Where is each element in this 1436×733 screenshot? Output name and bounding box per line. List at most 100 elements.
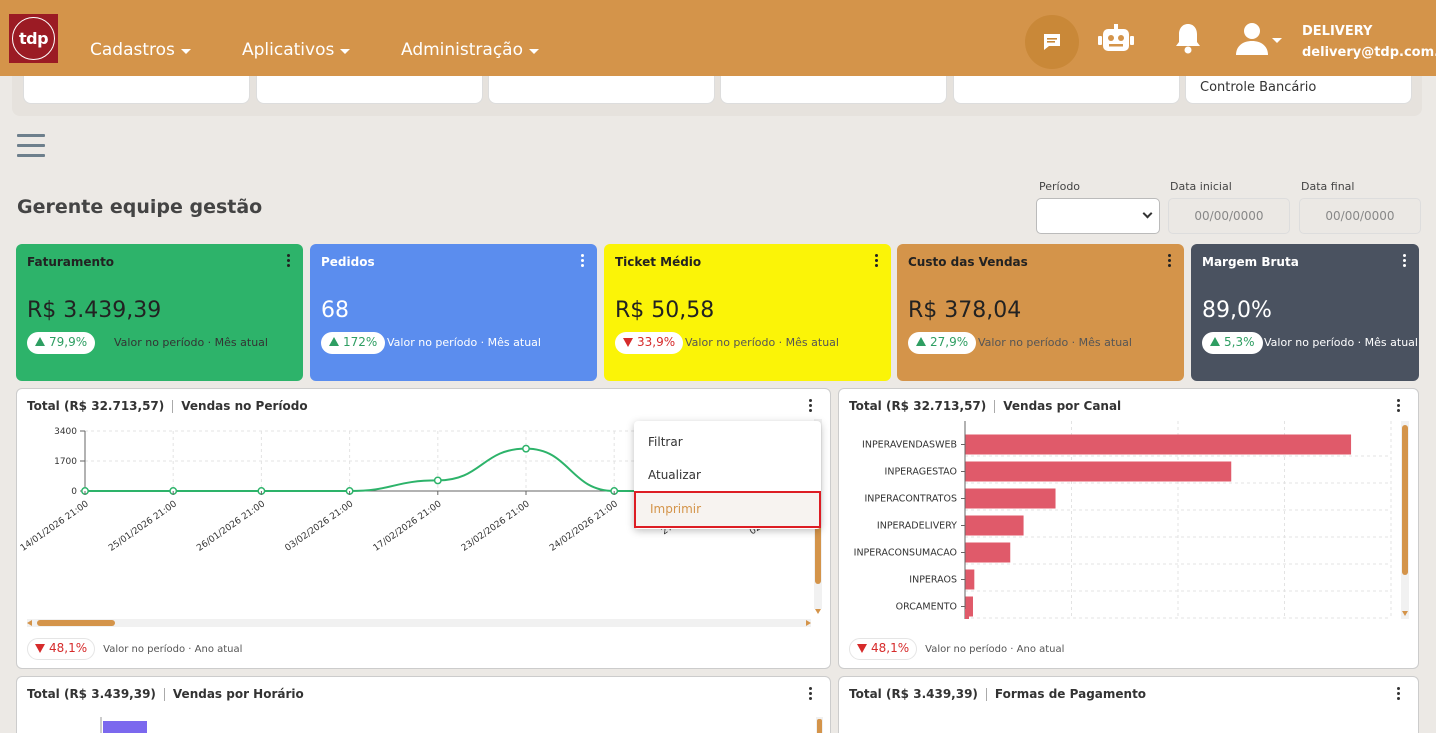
panel-total: Total (R$ 32.713,57) <box>27 399 165 413</box>
caret-down-icon <box>180 48 191 54</box>
menu-cadastros[interactable]: Cadastros <box>90 40 191 60</box>
kebab-menu-icon[interactable] <box>809 687 813 702</box>
kpi-title: Faturamento <box>27 255 115 269</box>
bar <box>965 515 1024 536</box>
panel-formas-pagamento: Total (R$ 3.439,39) Formas de Pagamento <box>838 676 1419 733</box>
bar-chart: INPERAVENDASWEB INPERAGESTAO INPERACONTRAT… <box>854 421 1409 619</box>
shortcut-card[interactable] <box>23 76 250 104</box>
bar <box>965 488 1056 509</box>
hour-bar <box>103 721 147 733</box>
robot-button[interactable] <box>1097 22 1135 58</box>
kebab-menu-icon[interactable] <box>1397 399 1401 414</box>
change-value: 48,1% <box>49 641 88 655</box>
h-scrollbar-thumb <box>37 620 115 626</box>
arrow-down-icon <box>35 644 45 653</box>
kpi-title: Margem Bruta <box>1202 255 1299 269</box>
kebab-menu-icon[interactable] <box>1168 254 1172 269</box>
arrow-down-icon <box>857 644 867 653</box>
h-scrollbar-track <box>27 619 811 627</box>
menu-label: Administração <box>401 40 523 60</box>
panel-title: Vendas no Período <box>181 399 308 413</box>
hour-bar-chart <box>100 717 823 733</box>
menu-aplicativos[interactable]: Aplicativos <box>242 40 351 60</box>
chat-icon <box>1044 34 1060 50</box>
kpi-change-badge: 172% <box>321 332 386 354</box>
panel-title: Vendas por Horário <box>172 687 304 701</box>
hamburger-menu-icon[interactable] <box>17 134 45 164</box>
kpi-sub: Valor no período · Mês atual <box>114 336 268 349</box>
data-final-label: Data final <box>1301 180 1355 193</box>
kpi-title: Pedidos <box>321 255 375 269</box>
notifications-button[interactable] <box>1174 22 1202 58</box>
category-label: INPERAVENDASWEB <box>862 440 957 451</box>
shortcut-card[interactable] <box>256 76 483 104</box>
shortcut-label: Controle Bancário <box>1200 80 1317 95</box>
shortcut-card[interactable] <box>488 76 715 104</box>
kpi-title: Ticket Médio <box>615 255 702 269</box>
arrow-down-icon <box>623 338 633 347</box>
panel-total: Total (R$ 3.439,39) <box>27 687 156 701</box>
arrow-up-icon <box>35 337 45 346</box>
menu-item-atualizar[interactable]: Atualizar <box>648 468 701 482</box>
kebab-menu-icon[interactable] <box>581 254 585 269</box>
kpi-value: R$ 3.439,39 <box>27 298 162 323</box>
kpi-value: 68 <box>321 298 349 323</box>
scroll-down-icon <box>815 609 821 614</box>
data-final-input[interactable]: 00/00/0000 <box>1299 198 1421 234</box>
bell-icon <box>1176 24 1200 54</box>
kpi-sub: Valor no período · Mês atual <box>978 336 1132 349</box>
kebab-menu-icon[interactable] <box>1397 687 1401 702</box>
logo-text: tdp <box>12 17 55 60</box>
menu-administracao[interactable]: Administração <box>401 40 539 60</box>
page-title: Gerente equipe gestão <box>17 196 263 218</box>
y-tick-label: 1700 <box>54 457 77 467</box>
bar <box>965 569 975 590</box>
user-icon <box>1236 23 1282 55</box>
kebab-menu-icon[interactable] <box>809 399 813 414</box>
menu-item-imprimir[interactable]: Imprimir <box>634 491 821 528</box>
kpi-change: 79,9% <box>49 335 88 349</box>
periodo-select[interactable] <box>1036 198 1160 234</box>
panel-total: Total (R$ 3.439,39) <box>849 687 978 701</box>
menu-item-filtrar[interactable]: Filtrar <box>648 435 683 449</box>
chevron-down-icon <box>1142 208 1153 219</box>
panel-header: Total (R$ 3.439,39) Formas de Pagamento <box>849 687 1146 701</box>
chart-options-dropdown: Filtrar Atualizar Imprimir <box>634 421 821 529</box>
shortcut-card[interactable] <box>720 76 947 104</box>
caret-down-icon <box>529 48 539 54</box>
kebab-menu-icon[interactable] <box>1403 254 1407 269</box>
user-name: DELIVERY <box>1302 24 1373 39</box>
category-label: INPERADELIVERY <box>877 521 957 532</box>
kpi-value: R$ 378,04 <box>908 298 1022 323</box>
x-tick-label: 24/02/2026 21:00 <box>548 499 620 554</box>
panel-title: Vendas por Canal <box>1003 399 1122 413</box>
category-label: INPERACONTRATOS <box>865 494 958 505</box>
kpi-change: 27,9% <box>930 335 969 349</box>
data-point <box>433 476 442 485</box>
bar <box>965 434 1352 455</box>
user-menu-button[interactable] <box>1236 22 1282 60</box>
kpi-custo-vendas: Custo das Vendas R$ 378,04 27,9% Valor n… <box>897 244 1184 381</box>
y-tick-label: 0 <box>71 487 77 497</box>
kpi-change: 5,3% <box>1224 335 1255 349</box>
chat-button[interactable] <box>1025 15 1079 69</box>
footer-sub: Valor no período · Ano atual <box>925 643 1065 655</box>
panel-header: Total (R$ 32.713,57) Vendas no Período <box>27 399 308 413</box>
kebab-menu-icon[interactable] <box>875 254 879 269</box>
panel-vendas-horario: Total (R$ 3.439,39) Vendas por Horário <box>16 676 831 733</box>
x-tick-label: 03/02/2026 21:00 <box>284 499 356 554</box>
kebab-menu-icon[interactable] <box>287 254 291 269</box>
data-inicial-input[interactable]: 00/00/0000 <box>1168 198 1290 234</box>
kpi-faturamento: Faturamento R$ 3.439,39 79,9% Valor no p… <box>16 244 303 381</box>
x-tick-label: 17/02/2026 21:00 <box>372 499 444 554</box>
kpi-margem-bruta: Margem Bruta 89,0% 5,3% Valor no período… <box>1191 244 1419 381</box>
shortcut-card[interactable] <box>953 76 1180 104</box>
tdp-logo[interactable]: tdp <box>9 14 58 63</box>
data-inicial-label: Data inicial <box>1170 180 1232 193</box>
footer-sub: Valor no período · Ano atual <box>103 643 243 655</box>
x-tick-label: 26/01/2026 21:00 <box>195 499 267 554</box>
x-tick-label: 25/01/2026 21:00 <box>107 499 179 554</box>
kpi-pedidos: Pedidos 68 172% Valor no período · Mês a… <box>310 244 597 381</box>
change-value: 48,1% <box>871 641 910 655</box>
category-label: ORCAMENTO <box>896 602 957 613</box>
